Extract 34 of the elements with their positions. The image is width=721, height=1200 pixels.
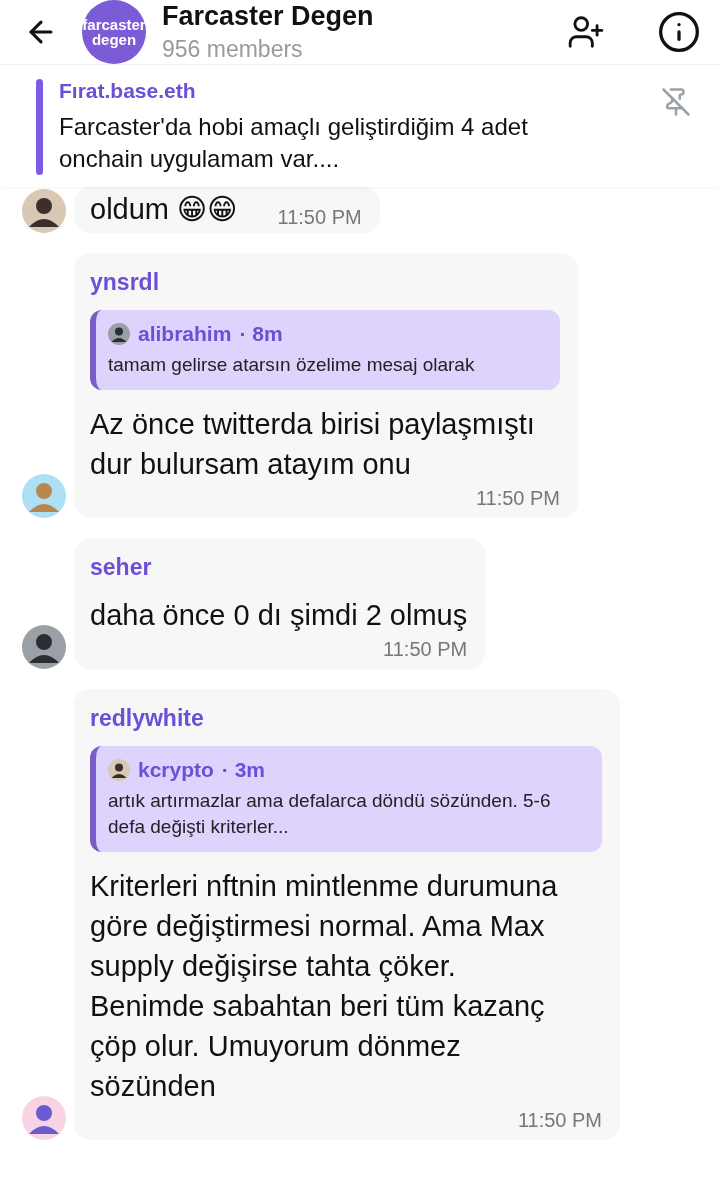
group-logo: farcaster degen: [82, 0, 146, 64]
info-button[interactable]: [657, 10, 701, 54]
message-author: ynsrdl: [90, 269, 161, 296]
message-author: seher: [90, 554, 153, 581]
message-text: Az önce twitterda birisi paylaşmıştı dur bulursam atayım onu: [90, 407, 536, 482]
message-time: 11:50 PM: [383, 637, 468, 661]
pinned-text: Farcaster'da hobi amaçlı geliştirdiğim 4 adet onchain uygulamam var....: [59, 112, 529, 174]
quoted-reply[interactable]: alibrahim · 8m tamam gelirse atarsın özelime mesaj olarak: [90, 310, 560, 390]
message-text: daha önce 0 dı şimdi 2 olmuş: [90, 598, 468, 633]
reply-text: artık artırmazlar ama defalarca döndü sözünden. 5-6 defa değişti kriterler...: [108, 789, 552, 839]
message-author: redlywhite: [90, 705, 205, 732]
avatar: [22, 474, 66, 518]
avatar: [22, 625, 66, 669]
reply-age: · 3m: [221, 758, 266, 782]
group-title: Farcaster Degen: [162, 1, 375, 32]
avatar: [108, 759, 130, 781]
reply-author: alibrahim: [138, 322, 232, 346]
avatar: [108, 323, 130, 345]
unpin-icon[interactable]: [661, 87, 691, 117]
reply-age: · 8m: [239, 322, 283, 346]
pinned-author: Fırat.base.eth: [59, 79, 197, 103]
member-count: 956 members: [162, 36, 304, 63]
pinned-message[interactable]: Fırat.base.eth Farcaster'da hobi amaçlı geliştirdiğim 4 adet onchain uygulamam var....: [0, 64, 721, 187]
message-time: 11:50 PM: [277, 205, 362, 229]
quoted-reply[interactable]: kcrypto · 3m artık artırmazlar ama defalarca döndü sözünden. 5-6 defa değişti kriterler...: [90, 746, 602, 852]
reply-text: tamam gelirse atarsın özelime mesaj olarak: [108, 353, 476, 377]
add-member-button[interactable]: [567, 13, 605, 51]
message-text: oldum 😁😁: [90, 192, 238, 227]
message-time: 11:50 PM: [517, 1108, 602, 1132]
reply-author: kcrypto: [138, 758, 214, 782]
message-text: Kriterleri nftnin mintlenme durumuna göre değiştirmesi normal. Ama Max supply değişirse tahta çöker. Benimde sabahtan beri tüm kazanç çöp olur. Umuyorum dönmez sözünden: [90, 869, 559, 1104]
avatar: [22, 1096, 66, 1140]
avatar: [22, 189, 66, 233]
message-time: 11:50 PM: [475, 486, 560, 510]
